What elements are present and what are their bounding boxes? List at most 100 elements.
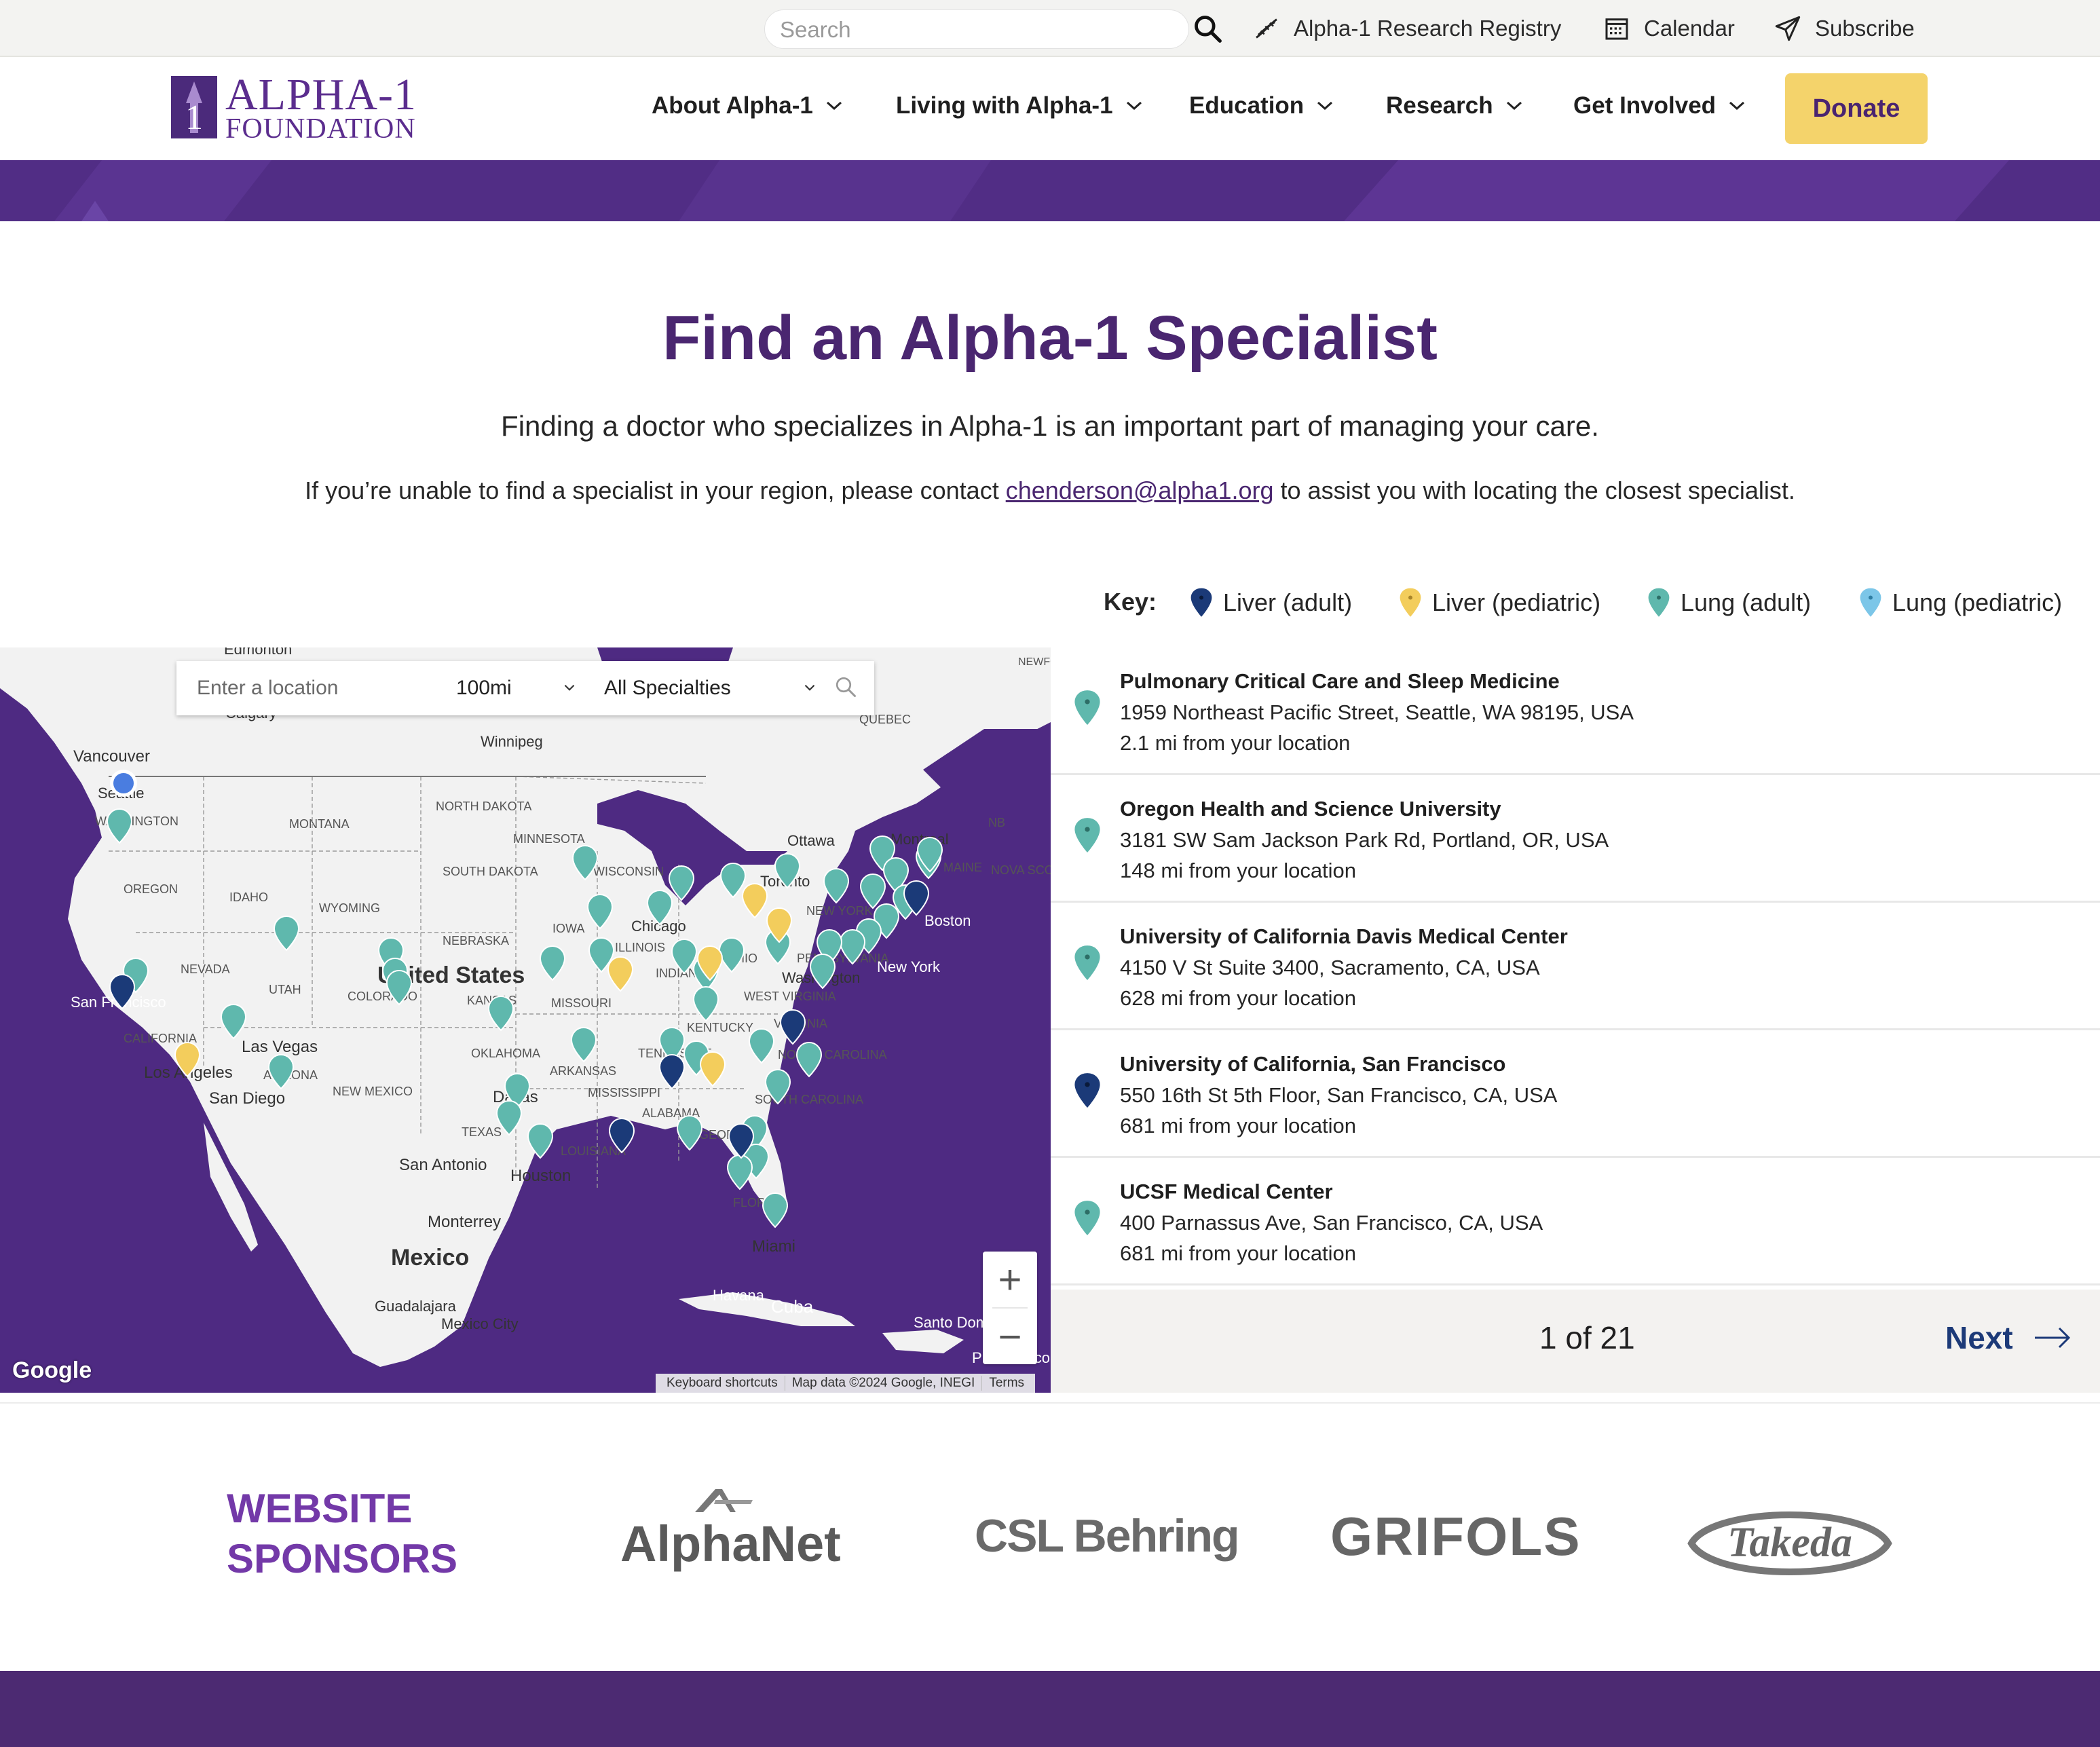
nav-education[interactable]: Education	[1189, 87, 1334, 125]
result-distance: 681 mi from your location	[1120, 1241, 1357, 1265]
arrow-right-icon	[2034, 1327, 2070, 1349]
label-san-antonio: San Antonio	[399, 1156, 487, 1174]
location-input[interactable]	[195, 673, 440, 703]
label-new-york-state: NEW YORK	[806, 904, 873, 918]
logo-mark: 1	[171, 76, 217, 138]
cuba-landmass	[679, 1292, 855, 1326]
label-nova-scotia: NOVA SCOTIA	[991, 863, 1051, 877]
terms-link[interactable]: Terms	[982, 1376, 1031, 1391]
nav-living[interactable]: Living with Alpha-1	[896, 87, 1143, 125]
result-name[interactable]: Pulmonary Critical Care and Sleep Medici…	[1120, 669, 1560, 694]
result-name[interactable]: Oregon Health and Science University	[1120, 797, 1501, 821]
logo-line2: FOUNDATION	[225, 113, 416, 145]
donate-button[interactable]: Donate	[1785, 73, 1928, 144]
label-west-virginia: WEST VIRGINIA	[744, 990, 836, 1003]
key-lung-adult: Lung (adult)	[1647, 582, 1811, 623]
label-winnipeg: Winnipeg	[481, 733, 543, 750]
result-name[interactable]: University of California Davis Medical C…	[1120, 924, 1568, 949]
map-data-credit: Map data ©2024 Google, INEGI	[785, 1376, 983, 1391]
label-oregon: OREGON	[124, 882, 178, 896]
key-label: Key:	[1104, 588, 1157, 616]
zoom-in-button[interactable]: +	[983, 1252, 1037, 1307]
hispaniola-landmass	[882, 1330, 964, 1353]
map-pin-icon	[1647, 586, 1671, 619]
specialty-select[interactable]: All Specialties	[604, 661, 731, 715]
svg-text:1: 1	[185, 98, 203, 137]
nav-get-involved[interactable]: Get Involved	[1573, 87, 1746, 125]
result-item[interactable]: UCSF Medical Center 400 Parnassus Ave, S…	[1051, 1158, 2100, 1285]
label-new-mexico: NEW MEXICO	[333, 1085, 413, 1098]
footer-band	[0, 1671, 2100, 1747]
result-distance: 148 mi from your location	[1120, 859, 1357, 882]
label-nevada: NEVADA	[181, 962, 230, 976]
map-canvas[interactable]: Edmonton Calgary Vancouver Seattle WASHI…	[0, 647, 1051, 1393]
keyboard-shortcuts-link[interactable]: Keyboard shortcuts	[660, 1376, 785, 1391]
label-miami: Miami	[752, 1237, 795, 1256]
label-cuba: Cuba	[771, 1296, 814, 1317]
hero-band	[0, 160, 2100, 221]
result-name[interactable]: UCSF Medical Center	[1120, 1180, 1333, 1204]
chevron-down-icon	[1729, 101, 1745, 111]
nav-research[interactable]: Research	[1386, 87, 1523, 125]
map-pin[interactable]	[859, 873, 886, 909]
label-idaho: IDAHO	[229, 890, 268, 904]
research-registry-link[interactable]: Alpha-1 Research Registry	[1253, 0, 1561, 57]
label-oklahoma: OKLAHOMA	[471, 1047, 540, 1060]
contact-email-link[interactable]: chenderson@alpha1.org	[1006, 476, 1274, 504]
result-item[interactable]: Pulmonary Critical Care and Sleep Medici…	[1051, 647, 2100, 775]
chevron-down-icon	[1506, 101, 1522, 111]
map-pin[interactable]	[762, 1192, 789, 1228]
label-nb: NB	[988, 816, 1005, 829]
contact-text: If you’re unable to find a specialist in…	[0, 476, 2100, 505]
key-liver-pediatric-label: Liver (pediatric)	[1432, 588, 1601, 616]
map-search-bar: 100mi All Specialties	[176, 661, 874, 715]
sponsors-section: WEBSITE SPONSORS AlphaNet CSL Behring GR…	[0, 1402, 2100, 1671]
map-pin[interactable]	[676, 1114, 703, 1151]
chevron-down-icon[interactable]	[561, 679, 578, 696]
next-page-button[interactable]: Next	[1945, 1319, 2071, 1356]
map-pin[interactable]	[823, 867, 850, 904]
csl-behring-logo[interactable]: CSL Behring	[975, 1509, 1240, 1562]
map-pin[interactable]	[795, 1041, 823, 1078]
map-pin[interactable]	[726, 1154, 753, 1190]
result-item[interactable]: Oregon Health and Science University 318…	[1051, 775, 2100, 903]
grifols-logo[interactable]: GRIFOLS	[1330, 1505, 1581, 1568]
zoom-control: + −	[983, 1252, 1037, 1364]
page-count: 1 of 21	[1539, 1320, 1635, 1355]
takeda-logo[interactable]: Takeda	[1686, 1499, 1894, 1587]
zoom-out-button[interactable]: −	[983, 1309, 1037, 1364]
site-search-input[interactable]	[779, 16, 1159, 44]
calendar-link[interactable]: Calendar	[1603, 0, 1735, 57]
search-icon[interactable]	[1193, 14, 1222, 43]
chevron-down-icon[interactable]	[801, 679, 819, 696]
key-liver-pediatric: Liver (pediatric)	[1398, 582, 1600, 623]
label-edmonton: Edmonton	[224, 647, 292, 658]
subscribe-label: Subscribe	[1815, 16, 1915, 41]
nav-about[interactable]: About Alpha-1	[652, 87, 843, 125]
send-icon	[1775, 16, 1801, 41]
sponsors-heading-line1: WEBSITE	[227, 1486, 413, 1531]
search-icon[interactable]	[833, 675, 858, 699]
alpha1-foundation-logo[interactable]: 1 ALPHA-1 FOUNDATION	[171, 70, 422, 145]
result-item[interactable]: University of California, San Francisco …	[1051, 1030, 2100, 1158]
site-search-box	[764, 10, 1189, 49]
key-liver-adult: Liver (adult)	[1189, 582, 1352, 623]
next-page-label: Next	[1945, 1320, 2013, 1355]
result-item[interactable]: University of California Davis Medical C…	[1051, 903, 2100, 1030]
map-pin-icon	[1072, 1199, 1102, 1238]
key-lung-pediatric: Lung (pediatric)	[1858, 582, 2062, 623]
radius-select[interactable]: 100mi	[456, 661, 512, 715]
specialist-map[interactable]: Edmonton Calgary Vancouver Seattle WASHI…	[0, 647, 1051, 1393]
map-pin-icon	[1072, 943, 1102, 983]
map-pin-icon	[1858, 586, 1883, 619]
specialty-value: All Specialties	[604, 677, 731, 699]
label-kentucky: KENTUCKY	[687, 1021, 753, 1034]
google-logo: Google	[12, 1357, 92, 1383]
results-list: Pulmonary Critical Care and Sleep Medici…	[1051, 647, 2100, 1290]
label-nebraska: NEBRASKA	[443, 934, 509, 947]
nav-education-label: Education	[1189, 92, 1305, 119]
result-name[interactable]: University of California, San Francisco	[1120, 1052, 1506, 1076]
label-las-vegas: Las Vegas	[242, 1038, 318, 1056]
subscribe-link[interactable]: Subscribe	[1774, 0, 1915, 57]
result-address: 1959 Northeast Pacific Street, Seattle, …	[1120, 700, 1634, 724]
